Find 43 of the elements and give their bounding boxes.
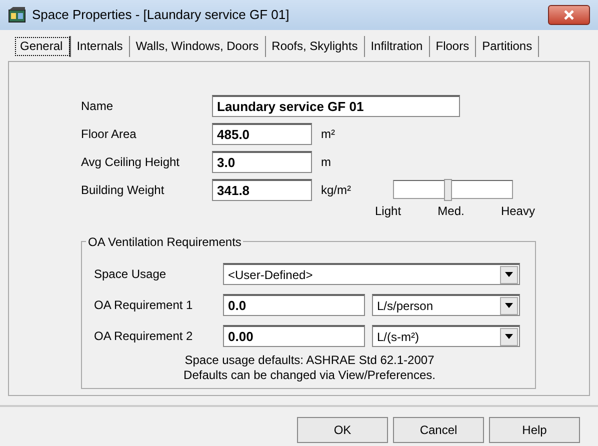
field-label: Name <box>81 98 114 115</box>
dropdown-arrow-icon <box>505 303 513 308</box>
field-label: Building Weight <box>81 182 166 199</box>
field-label: Space Usage <box>94 266 168 283</box>
unit-label: kg/m² <box>321 182 351 199</box>
dropdown-arrow-icon <box>505 272 513 277</box>
input-field[interactable]: 3.0 <box>212 151 312 173</box>
dialog-button[interactable]: OK <box>297 417 388 443</box>
tick-label: Med. <box>438 203 464 220</box>
dialog-button[interactable]: Help <box>489 417 580 443</box>
tab[interactable]: Roofs, Skylights <box>266 36 365 57</box>
tick-label: Light <box>375 203 402 220</box>
window-title: Space Properties - [Laundary service GF 01] <box>32 6 290 24</box>
tab[interactable]: Infiltration <box>364 36 430 57</box>
dropdown[interactable]: <User-Defined> <box>223 263 520 285</box>
tab[interactable]: Internals <box>70 36 130 57</box>
unit-label: m <box>321 154 331 171</box>
input-field[interactable]: 485.0 <box>212 123 312 145</box>
field-label: Avg Ceiling Height <box>81 154 181 171</box>
input-field[interactable]: 0.0 <box>223 294 365 316</box>
slider-track[interactable] <box>393 180 513 199</box>
slider-thumb[interactable] <box>444 179 452 201</box>
note-text: Defaults can be changed via View/Preferences. <box>182 368 436 383</box>
field-label: Floor Area <box>81 126 138 143</box>
dropdown[interactable]: L/(s-m²) <box>372 325 520 347</box>
input-field[interactable]: 0.00 <box>223 325 365 347</box>
tab[interactable]: Walls, Windows, Doors <box>130 36 266 57</box>
tab[interactable]: Partitions <box>476 36 540 57</box>
app-icon <box>8 7 26 23</box>
dropdown[interactable]: L/s/person <box>372 294 520 316</box>
unit-label: m² <box>321 126 335 143</box>
field-label: OA Requirement 1 <box>94 297 194 314</box>
field-label: OA Requirement 2 <box>94 328 194 345</box>
note-text: Space usage defaults: ASHRAE Std 62.1-2007 <box>184 353 436 368</box>
input-field[interactable]: Laundary service GF 01 <box>212 95 460 117</box>
tick-label: Heavy <box>500 203 535 220</box>
close-button[interactable] <box>548 5 590 25</box>
tab[interactable]: General <box>14 36 71 57</box>
dropdown-arrow-icon <box>505 334 513 339</box>
tab[interactable]: Floors <box>430 36 476 57</box>
dialog-button[interactable]: Cancel <box>393 417 484 443</box>
close-icon <box>564 10 574 20</box>
input-field[interactable]: 341.8 <box>212 179 312 201</box>
